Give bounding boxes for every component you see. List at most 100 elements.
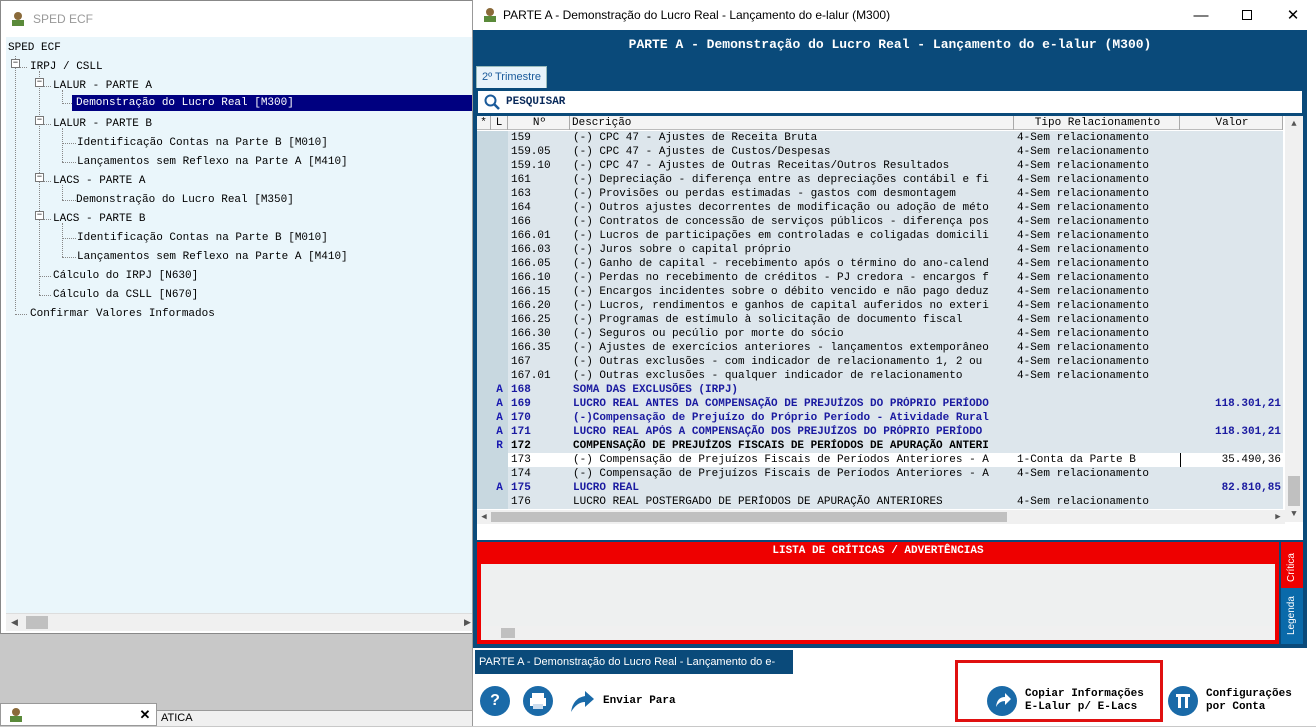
- side-tab-legenda[interactable]: Legenda: [1281, 588, 1303, 644]
- maximize-button[interactable]: [1224, 0, 1270, 30]
- table-row[interactable]: 166 (-) Contratos de concessão de serviço…: [477, 215, 1283, 229]
- print-button[interactable]: [523, 686, 553, 716]
- row-desc-cell: (-) Outras exclusões - qualquer indicado…: [570, 369, 1014, 383]
- tree-item[interactable]: Demonstração do Lucro Real [M300]: [72, 95, 472, 111]
- close-icon[interactable]: ✕: [138, 707, 152, 723]
- critics-horizontal-scrollbar[interactable]: [481, 626, 1275, 640]
- scroll-thumb[interactable]: [501, 628, 515, 638]
- row-valor-cell: [1180, 201, 1283, 215]
- expander-lacs-a[interactable]: −: [35, 173, 44, 182]
- tree-item[interactable]: Identificação Contas na Parte B [M010]: [77, 135, 328, 151]
- tree-item[interactable]: Lançamentos sem Reflexo na Parte A [M410…: [77, 154, 348, 170]
- table-row[interactable]: 159 (-) CPC 47 - Ajustes de Receita Bruta…: [477, 131, 1283, 145]
- scroll-up-arrow-icon[interactable]: ▲: [1285, 116, 1303, 132]
- tree-item[interactable]: Lançamentos sem Reflexo na Parte A [M410…: [77, 249, 348, 265]
- table-row[interactable]: 166.03 (-) Juros sobre o capital próprio 4…: [477, 243, 1283, 257]
- table-row[interactable]: 161 (-) Depreciação - diferença entre as …: [477, 173, 1283, 187]
- table-row[interactable]: 163 (-) Provisões ou perdas estimadas - g…: [477, 187, 1283, 201]
- table-row[interactable]: A 171 LUCRO REAL APÓS A COMPENSAÇÃO DOS PR…: [477, 425, 1283, 439]
- table-row[interactable]: 176 LUCRO REAL POSTERGADO DE PERÍODOS DE …: [477, 495, 1283, 509]
- help-button[interactable]: ?: [480, 686, 510, 716]
- left-title-bar: SPED ECF: [1, 1, 477, 37]
- tree-item[interactable]: SPED ECF: [8, 40, 61, 56]
- tree-item[interactable]: LACS - PARTE B: [53, 211, 145, 227]
- row-valor-cell: [1180, 383, 1283, 397]
- tree-item[interactable]: Cálculo da CSLL [N670]: [53, 287, 198, 303]
- grid-vertical-scrollbar[interactable]: ▲ ▼: [1285, 116, 1303, 522]
- row-valor-cell: 35.490,36: [1180, 453, 1283, 467]
- minimize-button[interactable]: —: [1178, 0, 1224, 30]
- tree-item[interactable]: Confirmar Valores Informados: [30, 306, 215, 322]
- tree-item[interactable]: LACS - PARTE A: [53, 173, 145, 189]
- table-row[interactable]: 166.15 (-) Encargos incidentes sobre o dé…: [477, 285, 1283, 299]
- scroll-left-arrow-icon[interactable]: ◀: [477, 510, 491, 524]
- bottom-tab[interactable]: PARTE A - Demonstração do Lucro Real - L…: [475, 650, 793, 692]
- col-header-desc: Descrição: [570, 116, 1014, 130]
- table-row[interactable]: 174 (-) Compensação de Prejuízos Fiscais …: [477, 467, 1283, 481]
- tree-item[interactable]: LALUR - PARTE B: [53, 116, 152, 132]
- table-row[interactable]: 166.25 (-) Programas de estímulo à solici…: [477, 313, 1283, 327]
- row-valor-cell: [1180, 327, 1283, 341]
- copy-info-button[interactable]: [987, 686, 1017, 716]
- row-num-cell: 161: [508, 173, 570, 187]
- table-row[interactable]: R 172 COMPENSAÇÃO DE PREJUÍZOS FISCAIS DE …: [477, 439, 1283, 453]
- row-l-cell: R: [491, 439, 508, 453]
- side-tab-critica[interactable]: Crítica: [1281, 542, 1303, 594]
- row-flag-cell: [477, 467, 491, 481]
- tree-item[interactable]: IRPJ / CSLL: [30, 59, 103, 75]
- row-desc-cell: (-) CPC 47 - Ajustes de Custos/Despesas: [570, 145, 1014, 159]
- expander-irpj[interactable]: −: [11, 59, 20, 68]
- tree-item[interactable]: Identificação Contas na Parte B [M010]: [77, 230, 328, 246]
- row-tipo-cell: 4-Sem relacionamento: [1014, 145, 1180, 159]
- main-window-title: PARTE A - Demonstração do Lucro Real - L…: [503, 8, 891, 22]
- send-to-label[interactable]: Enviar Para: [603, 695, 676, 708]
- tree-item[interactable]: Cálculo do IRPJ [N630]: [53, 268, 198, 284]
- row-flag-cell: [477, 453, 491, 467]
- scroll-right-arrow-icon[interactable]: ▶: [1271, 510, 1285, 524]
- table-row[interactable]: 164 (-) Outros ajustes decorrentes de mod…: [477, 201, 1283, 215]
- table-row[interactable]: A 169 LUCRO REAL ANTES DA COMPENSAÇÃO DE P…: [477, 397, 1283, 411]
- table-row[interactable]: A 168 SOMA DAS EXCLUSÕES (IRPJ): [477, 383, 1283, 397]
- table-row[interactable]: 167 (-) Outras exclusões - com indicador …: [477, 355, 1283, 369]
- row-desc-cell: (-) Depreciação - diferença entre as dep…: [570, 173, 1014, 187]
- table-row[interactable]: 159.05 (-) CPC 47 - Ajustes de Custos/Des…: [477, 145, 1283, 159]
- expander-lalur-a[interactable]: −: [35, 78, 44, 87]
- scroll-thumb[interactable]: [26, 616, 48, 629]
- table-row[interactable]: 166.35 (-) Ajustes de exercícios anterior…: [477, 341, 1283, 355]
- close-button[interactable]: ✕: [1270, 0, 1316, 30]
- config-label[interactable]: Configurações por Conta: [1206, 688, 1292, 714]
- config-button[interactable]: [1168, 686, 1198, 716]
- table-row[interactable]: 166.05 (-) Ganho de capital - recebimento…: [477, 257, 1283, 271]
- tree-item[interactable]: Demonstração do Lucro Real [M350]: [76, 192, 294, 208]
- row-valor-cell: 118.301,21: [1180, 397, 1283, 411]
- tree-item[interactable]: LALUR - PARTE A: [53, 78, 152, 94]
- table-row[interactable]: 167.01 (-) Outras exclusões - qualquer in…: [477, 369, 1283, 383]
- search-icon[interactable]: [484, 94, 500, 110]
- left-horizontal-scrollbar[interactable]: ◀ ▶: [6, 613, 476, 631]
- table-row[interactable]: 166.01 (-) Lucros de participações em con…: [477, 229, 1283, 243]
- row-valor-cell: [1180, 467, 1283, 481]
- expander-lacs-b[interactable]: −: [35, 211, 44, 220]
- scroll-thumb[interactable]: [1288, 476, 1300, 506]
- scroll-left-arrow-icon[interactable]: ◀: [6, 614, 23, 631]
- row-tipo-cell: 4-Sem relacionamento: [1014, 341, 1180, 355]
- table-row[interactable]: 166.10 (-) Perdas no recebimento de crédi…: [477, 271, 1283, 285]
- table-row[interactable]: A 175 LUCRO REAL 82.810,85: [477, 481, 1283, 495]
- row-num-cell: 167: [508, 355, 570, 369]
- table-row[interactable]: 166.30 (-) Seguros ou pecúlio por morte d…: [477, 327, 1283, 341]
- row-desc-cell: (-) Outras exclusões - com indicador de …: [570, 355, 1014, 369]
- row-valor-cell: [1180, 257, 1283, 271]
- table-row[interactable]: 166.20 (-) Lucros, rendimentos e ganhos d…: [477, 299, 1283, 313]
- expander-lalur-b[interactable]: −: [35, 116, 44, 125]
- send-to-button[interactable]: [567, 686, 597, 716]
- minimized-window[interactable]: ✕: [0, 703, 157, 726]
- table-row[interactable]: 159.10 (-) CPC 47 - Ajustes de Outras Rec…: [477, 159, 1283, 173]
- table-row[interactable]: 173 (-) Compensação de Prejuízos Fiscais …: [477, 453, 1283, 467]
- search-bar[interactable]: PESQUISAR: [477, 90, 1303, 114]
- table-row[interactable]: A 170 (-)Compensação de Prejuízo do Própri…: [477, 411, 1283, 425]
- scroll-down-arrow-icon[interactable]: ▼: [1285, 506, 1303, 522]
- grid-horizontal-scrollbar[interactable]: ◀ ▶: [477, 510, 1285, 524]
- copy-info-label[interactable]: Copiar Informações E-Lalur p/ E-Lacs: [1025, 688, 1144, 714]
- scroll-thumb[interactable]: [491, 512, 1007, 522]
- tab-2-trimestre[interactable]: 2º Trimestre: [476, 66, 547, 88]
